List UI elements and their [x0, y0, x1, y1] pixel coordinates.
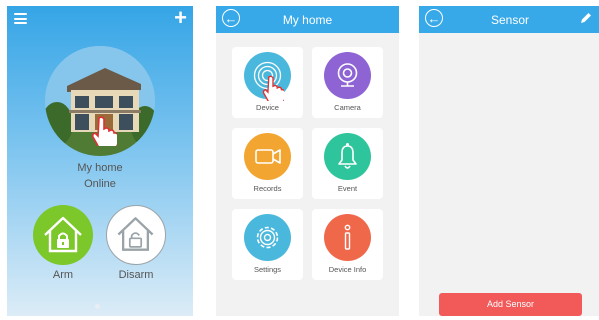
- menu-item-event[interactable]: Event: [312, 128, 383, 199]
- menu-item-device[interactable]: Device: [232, 47, 303, 118]
- video-camera-icon: [255, 149, 281, 164]
- info-icon: [344, 224, 351, 250]
- page-indicator: [95, 304, 100, 309]
- menu-icon[interactable]: [14, 13, 27, 24]
- house-lock-icon: [44, 216, 82, 253]
- edit-pencil-icon[interactable]: [579, 11, 593, 25]
- home-status: Online: [84, 178, 116, 190]
- add-sensor-button[interactable]: Add Sensor: [439, 293, 582, 316]
- gear-icon: [256, 226, 279, 249]
- home-screen: + My home Online Arm Disarm: [7, 6, 193, 316]
- disarm-button[interactable]: [106, 205, 166, 265]
- header-bar: ← My home: [216, 6, 399, 33]
- house-unlock-icon: [117, 217, 154, 251]
- header-bar: ← Sensor: [419, 6, 599, 33]
- sensor-screen: ← Sensor Add Sensor: [419, 6, 599, 316]
- menu-item-label: Camera: [334, 103, 361, 112]
- page-title: My home: [282, 13, 333, 27]
- bell-icon: [338, 143, 357, 169]
- menu-item-settings[interactable]: Settings: [232, 209, 303, 280]
- menu-item-label: Device Info: [328, 265, 367, 274]
- menu-item-label: Device: [256, 103, 279, 112]
- home-name: My home: [77, 162, 123, 174]
- menu-item-device-info[interactable]: Device Info: [312, 209, 383, 280]
- page-title: Sensor: [490, 13, 530, 27]
- menu-screen: ← My home Device Camera Records Event Se…: [216, 6, 399, 316]
- arm-label: Arm: [52, 269, 74, 281]
- add-icon[interactable]: +: [174, 7, 187, 29]
- menu-item-label: Settings: [253, 265, 282, 274]
- menu-item-records[interactable]: Records: [232, 128, 303, 199]
- webcam-icon: [337, 63, 358, 87]
- pointer-hand-icon: [91, 116, 117, 146]
- menu-item-camera[interactable]: Camera: [312, 47, 383, 118]
- menu-item-label: Records: [253, 184, 282, 193]
- pointer-hand-icon: [262, 75, 284, 101]
- arm-button[interactable]: [33, 205, 93, 265]
- menu-item-label: Event: [337, 184, 358, 193]
- disarm-label: Disarm: [118, 269, 154, 281]
